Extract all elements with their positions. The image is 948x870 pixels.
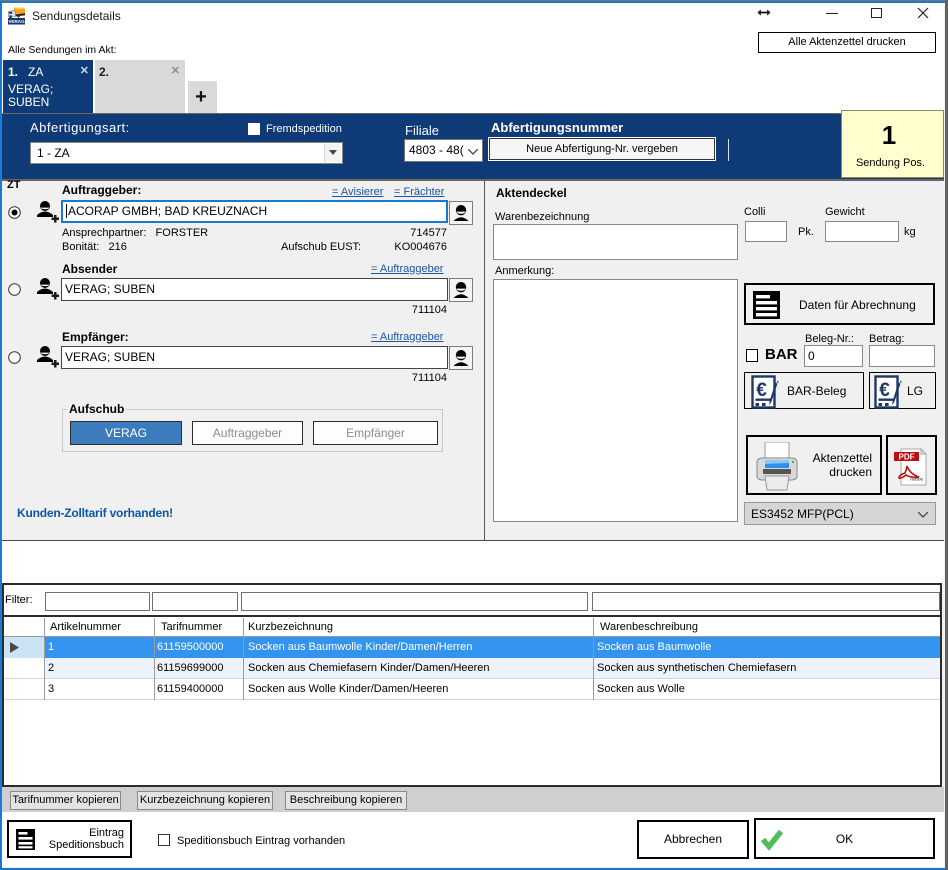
svg-text:€: €	[756, 380, 767, 401]
svg-text:€: €	[879, 380, 890, 401]
svg-text:VERAG: VERAG	[8, 19, 25, 24]
svg-text:Adobe: Adobe	[909, 477, 924, 482]
svg-text:PDF: PDF	[899, 453, 915, 462]
